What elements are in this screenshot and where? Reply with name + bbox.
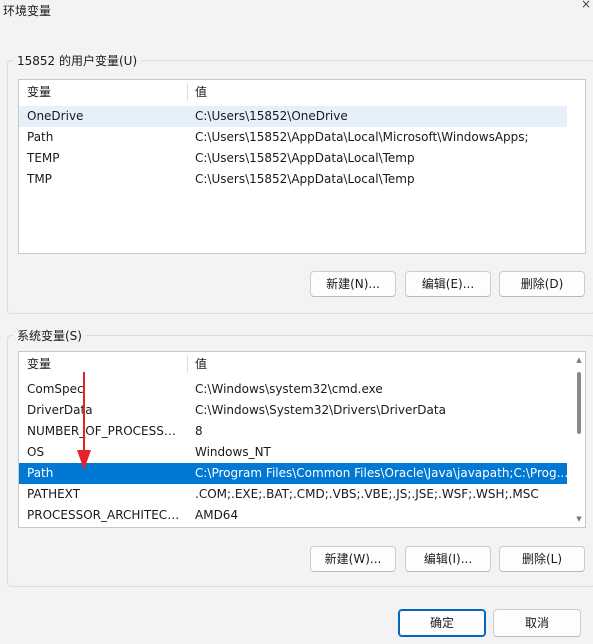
table-row[interactable]: OS Windows_NT bbox=[19, 442, 567, 463]
system-variables-list[interactable]: 变量 值 ComSpec C:\Windows\system32\cmd.exe… bbox=[18, 351, 586, 528]
list-header: 变量 值 bbox=[19, 80, 585, 104]
table-row[interactable]: PROCESSOR_ARCHITECT... AMD64 bbox=[19, 505, 567, 526]
variable-value: .COM;.EXE;.BAT;.CMD;.VBS;.VBE;.JS;.JSE;.… bbox=[195, 487, 539, 501]
list-header: 变量 值 bbox=[19, 352, 585, 376]
variable-name: OS bbox=[27, 445, 45, 459]
variable-name: PROCESSOR_ARCHITECT... bbox=[27, 508, 185, 522]
scroll-up-icon[interactable]: ▲ bbox=[575, 356, 583, 364]
variable-value: C:\Users\15852\AppData\Local\Temp bbox=[195, 172, 415, 186]
user-variables-label: 15852 的用户变量(U) bbox=[17, 54, 138, 68]
variable-name: TEMP bbox=[27, 151, 60, 165]
column-header-variable[interactable]: 变量 bbox=[19, 352, 187, 376]
table-row[interactable]: Path C:\Users\15852\AppData\Local\Micros… bbox=[19, 127, 567, 148]
system-edit-button[interactable]: 编辑(I)... bbox=[405, 546, 491, 572]
variable-value: C:\Users\15852\AppData\Local\Microsoft\W… bbox=[195, 130, 529, 144]
table-row[interactable]: DriverData C:\Windows\System32\Drivers\D… bbox=[19, 400, 567, 421]
system-delete-button[interactable]: 删除(L) bbox=[499, 546, 585, 572]
variable-name: OneDrive bbox=[27, 109, 84, 123]
variable-value: C:\Users\15852\AppData\Local\Temp bbox=[195, 151, 415, 165]
scroll-down-icon[interactable]: ▼ bbox=[575, 515, 583, 523]
variable-name: ComSpec bbox=[27, 382, 84, 396]
column-header-variable[interactable]: 变量 bbox=[19, 80, 187, 104]
variable-name: NUMBER_OF_PROCESSORS bbox=[27, 424, 187, 438]
variable-name: Path bbox=[27, 130, 54, 144]
variable-value: 8 bbox=[195, 424, 203, 438]
column-header-value[interactable]: 值 bbox=[187, 352, 567, 376]
variable-value: Windows_NT bbox=[195, 445, 271, 459]
user-variables-list[interactable]: 变量 值 OneDrive C:\Users\15852\OneDrive Pa… bbox=[18, 79, 586, 254]
variable-value: C:\Users\15852\OneDrive bbox=[195, 109, 348, 123]
variable-value: C:\Windows\System32\Drivers\DriverData bbox=[195, 403, 446, 417]
close-icon[interactable]: × bbox=[578, 0, 593, 12]
cancel-button[interactable]: 取消 bbox=[493, 609, 581, 637]
table-row[interactable]: NUMBER_OF_PROCESSORS 8 bbox=[19, 421, 567, 442]
user-new-button[interactable]: 新建(N)... bbox=[310, 271, 396, 297]
variable-name: DriverData bbox=[27, 403, 93, 417]
variable-value: C:\Windows\system32\cmd.exe bbox=[195, 382, 383, 396]
ok-button[interactable]: 确定 bbox=[398, 609, 486, 637]
variable-name: PATHEXT bbox=[27, 487, 81, 501]
scroll-thumb[interactable] bbox=[577, 372, 581, 434]
table-row[interactable]: ComSpec C:\Windows\system32\cmd.exe bbox=[19, 379, 567, 400]
table-row[interactable]: TMP C:\Users\15852\AppData\Local\Temp bbox=[19, 169, 567, 190]
table-row-selected[interactable]: Path C:\Program Files\Common Files\Oracl… bbox=[19, 463, 567, 484]
variable-value: C:\Program Files\Common Files\Oracle\Jav… bbox=[195, 466, 567, 480]
column-header-value[interactable]: 值 bbox=[187, 80, 567, 104]
variable-value: AMD64 bbox=[195, 508, 239, 522]
table-row[interactable]: TEMP C:\Users\15852\AppData\Local\Temp bbox=[19, 148, 567, 169]
variable-name: Path bbox=[27, 466, 54, 480]
vertical-scrollbar[interactable]: ▲ ▼ bbox=[573, 352, 585, 527]
system-new-button[interactable]: 新建(W)... bbox=[310, 546, 396, 572]
system-variables-label: 系统变量(S) bbox=[17, 329, 82, 343]
table-row[interactable]: OneDrive C:\Users\15852\OneDrive bbox=[19, 106, 567, 127]
variable-name: TMP bbox=[27, 172, 52, 186]
user-delete-button[interactable]: 删除(D) bbox=[499, 271, 585, 297]
window-title: 环境变量 bbox=[3, 4, 52, 18]
user-edit-button[interactable]: 编辑(E)... bbox=[405, 271, 491, 297]
table-row[interactable]: PATHEXT .COM;.EXE;.BAT;.CMD;.VBS;.VBE;.J… bbox=[19, 484, 567, 505]
